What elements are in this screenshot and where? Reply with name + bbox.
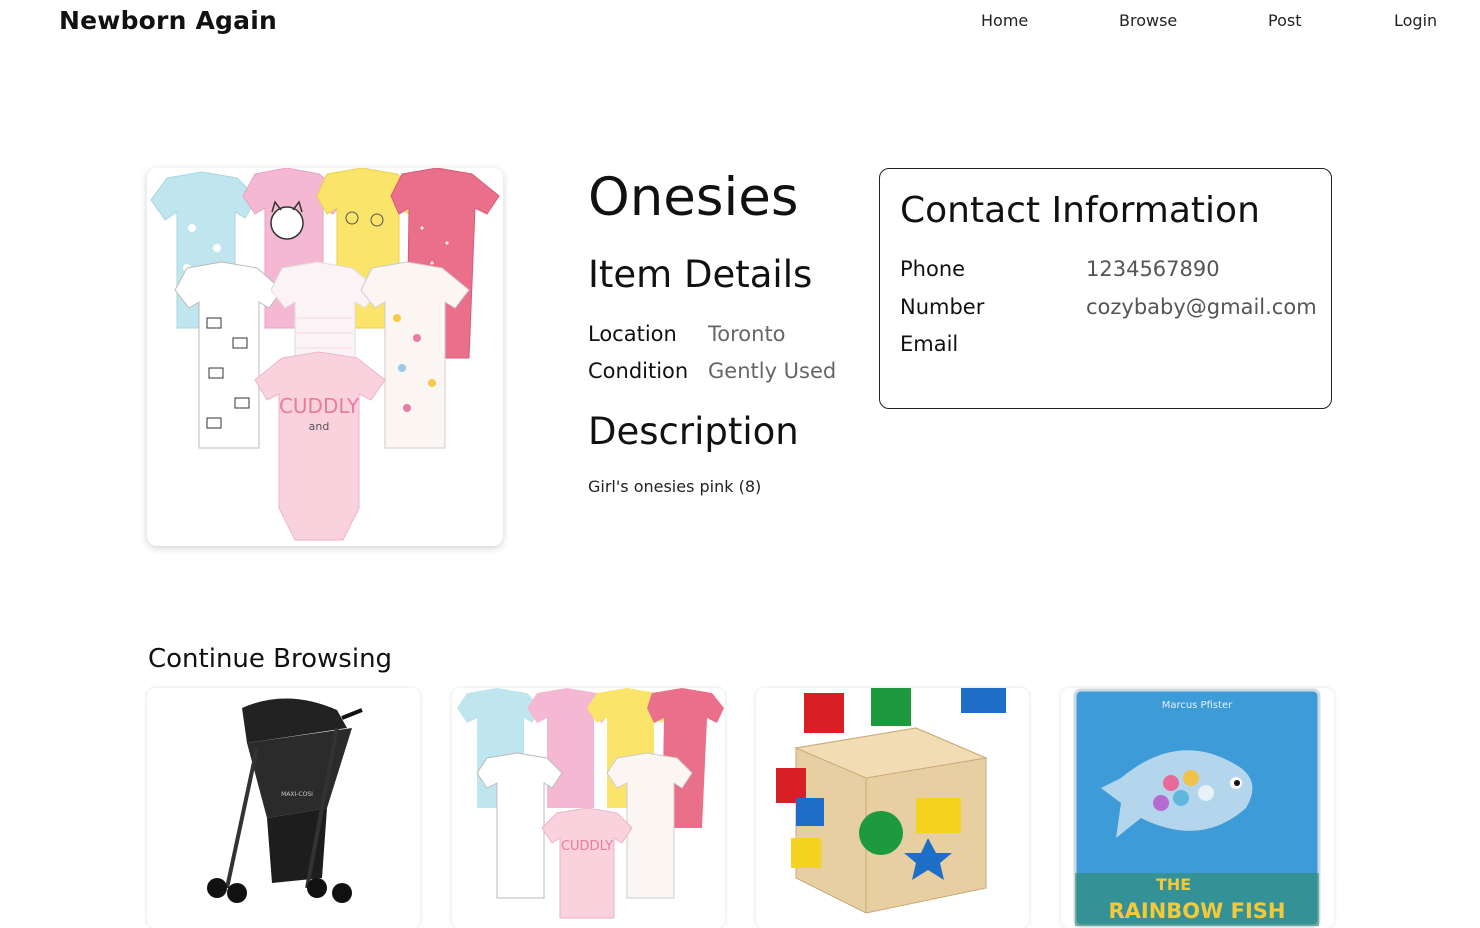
onesie-white-cats [174, 261, 283, 449]
location-row: Location Toronto [588, 322, 786, 347]
contact-heading: Contact Information [900, 190, 1260, 231]
description-text: Girl's onesies pink (8) [588, 477, 762, 496]
location-value: Toronto [708, 322, 786, 346]
shape-sorter-image [776, 688, 1006, 914]
item-title: Onesies [588, 167, 799, 228]
thumb-cuddly-print: CUDDLY [561, 839, 613, 854]
browse-card-rainbow-fish[interactable]: Marcus Pfister THE RAINBOW FISH [1061, 688, 1334, 928]
stroller-image: MAXI-COSI [207, 698, 363, 903]
nav-post-link[interactable]: Post [1268, 11, 1301, 30]
contact-card: Contact Information Phone Number Email 1… [879, 168, 1332, 409]
item-details-heading: Item Details [588, 253, 813, 296]
browse-card-stroller[interactable]: MAXI-COSI [147, 688, 420, 928]
brand-logo[interactable]: Newborn Again [59, 6, 277, 35]
continue-browsing-heading: Continue Browsing [148, 644, 393, 674]
onesie-pink-cuddly: CUDDLY and [254, 351, 386, 541]
browse-card-onesies[interactable]: CUDDLY [452, 688, 725, 928]
contact-email-value: cozybaby@gmail.com [1086, 295, 1317, 319]
browse-card-shape-sorter[interactable] [756, 688, 1029, 928]
contact-label-email: Email [900, 332, 959, 356]
contact-label-phone: Phone [900, 257, 966, 281]
condition-value: Gently Used [708, 359, 837, 383]
book-title-rainbow-fish: RAINBOW FISH [1108, 899, 1285, 923]
location-label: Location [588, 322, 677, 346]
book-author: Marcus Pfister [1162, 700, 1233, 711]
cuddly-print: CUDDLY [279, 394, 360, 418]
navbar: Newborn Again Home Browse Post Login [0, 0, 1480, 50]
nav-browse-link[interactable]: Browse [1119, 11, 1177, 30]
contact-label-number: Number [900, 295, 985, 319]
nav-login-link[interactable]: Login [1394, 11, 1437, 30]
book-title-the: THE [1156, 875, 1191, 894]
condition-row: Condition Gently Used [588, 359, 836, 384]
rainbow-fish-book-image: Marcus Pfister THE RAINBOW FISH [1073, 688, 1321, 928]
and-print: and [309, 420, 330, 433]
stroller-brand-print: MAXI-COSI [281, 791, 313, 798]
nav-home-link[interactable]: Home [981, 11, 1028, 30]
item-photo: CUDDLY and [147, 168, 503, 546]
condition-label: Condition [588, 359, 689, 383]
description-heading: Description [588, 410, 799, 453]
onesies-thumb-image: CUDDLY [457, 688, 724, 919]
contact-phone-value: 1234567890 [1086, 257, 1220, 281]
